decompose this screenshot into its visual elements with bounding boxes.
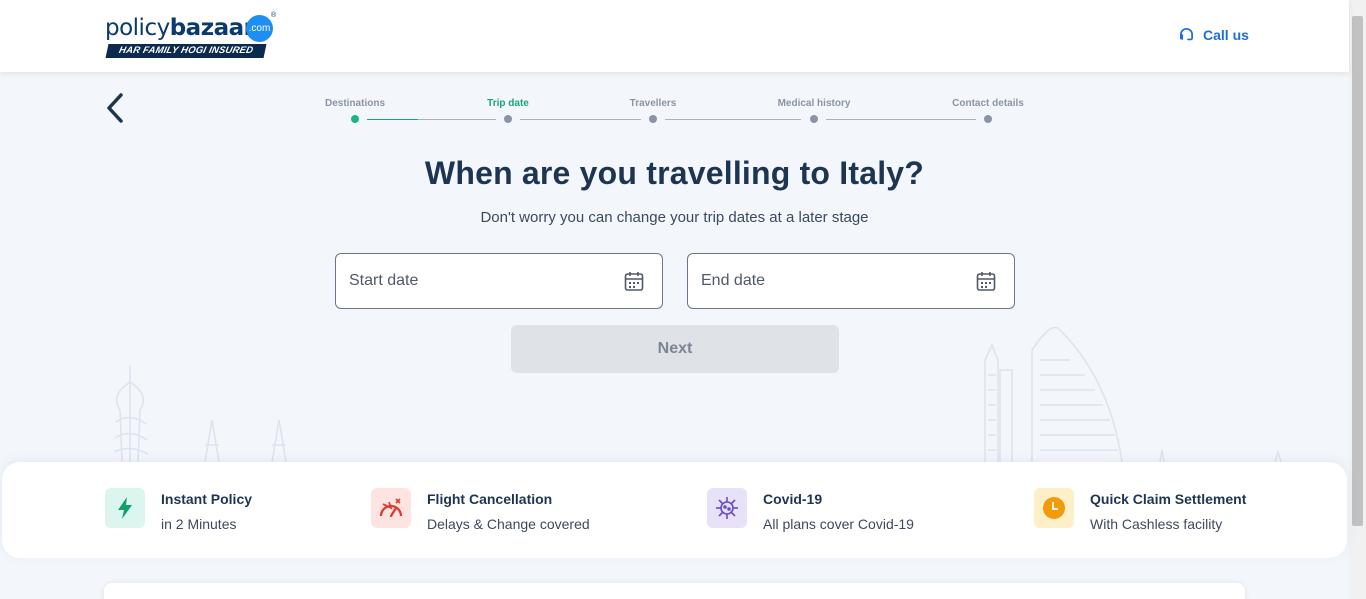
step-dot-trip-date [504,115,512,123]
feature-subtitle: All plans cover Covid-19 [763,516,914,532]
logo-wordmark: policybazaar [105,13,255,43]
policybazaar-logo[interactable]: policybazaar .com ® HAR FAMILY HOGI INSU… [105,12,280,59]
feature-subtitle: With Cashless facility [1090,516,1223,532]
feature-title: Quick Claim Settlement [1090,491,1247,507]
step-dot-destinations [351,115,359,123]
page-scrollbar[interactable] [1349,0,1366,599]
feature-title: Flight Cancellation [427,491,553,507]
back-button[interactable] [104,92,128,124]
step-travellers: Travellers [629,98,677,109]
stepper-line [418,118,496,120]
call-us-button[interactable]: Call us [1178,26,1249,43]
virus-icon [707,488,747,528]
logo-com-badge: .com [246,15,273,42]
clock-icon [1034,488,1074,528]
step-dot-contact-details [984,115,992,123]
step-medical-history: Medical history [777,98,851,109]
step-dot-medical-history [810,115,818,123]
step-trip-date: Trip date [487,98,529,109]
feature-title: Instant Policy [161,491,253,507]
next-button[interactable]: Next [511,325,839,373]
header: policybazaar .com ® HAR FAMILY HOGI INSU… [0,0,1349,72]
stepper-line [520,118,641,120]
feature-subtitle: Delays & Change covered [427,516,590,532]
scrollbar-thumb[interactable] [1352,16,1363,526]
start-date-field[interactable]: Start date [335,253,663,309]
chevron-left-icon [107,93,123,123]
page-subtitle: Don't worry you can change your trip dat… [480,209,869,226]
stepper-line [826,118,976,120]
logo-word-policy: policy [105,15,170,41]
end-date-placeholder: End date [701,272,766,289]
calendar-icon [624,272,644,291]
calendar-icon [976,272,996,291]
features-bar: Instant Policy in 2 Minutes Flight Cance… [2,462,1347,558]
call-us-label: Call us [1203,26,1249,43]
headset-icon [1179,28,1194,41]
step-destinations[interactable]: Destinations [325,98,385,109]
feature-title: Covid-19 [763,491,823,507]
logo-word-bazaar: bazaar [169,15,255,41]
flight-cancel-icon [371,488,411,528]
progress-stepper: Destinations Trip date Travellers Medica… [300,96,1060,130]
end-date-field[interactable]: End date [687,253,1015,309]
logo-trademark: ® [271,12,277,19]
step-contact-details: Contact details [952,98,1024,109]
page-title: When are you travelling to Italy? [424,155,925,191]
stepper-line [665,118,801,120]
feature-subtitle: in 2 Minutes [161,516,237,532]
logo-tagline: HAR FAMILY HOGI INSURED [105,44,267,58]
lightning-icon [105,488,145,528]
stepper-progress-line [367,118,418,120]
start-date-placeholder: Start date [349,272,419,289]
content-card [104,583,1245,599]
step-dot-travellers [649,115,657,123]
